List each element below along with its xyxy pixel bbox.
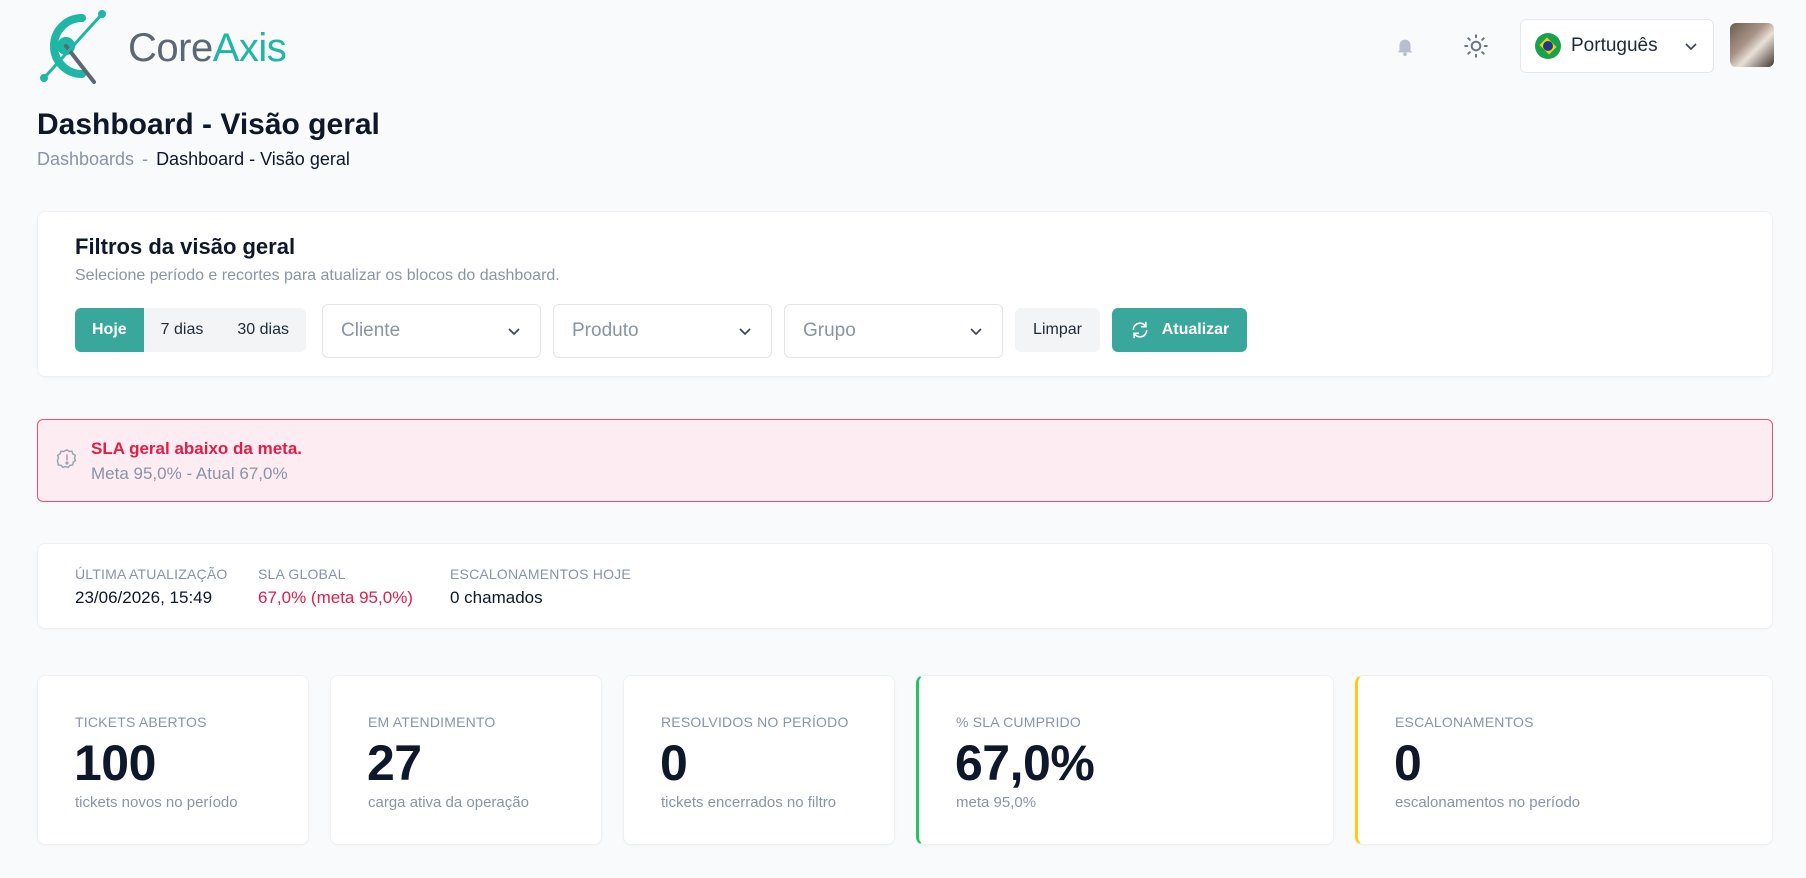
sla-global-label: SLA GLOBAL [258, 566, 346, 582]
product-select-placeholder: Produto [572, 320, 639, 341]
escalations-today-label: ESCALONAMENTOS HOJE [450, 566, 631, 582]
alert-description: Meta 95,0% - Atual 67,0% [91, 464, 288, 483]
kpi-value: 0 [1394, 735, 1422, 791]
user-avatar[interactable] [1730, 23, 1774, 67]
coreaxis-logo-icon [40, 10, 106, 84]
kpi-label: % SLA CUMPRIDO [956, 714, 1081, 730]
chevron-down-icon [508, 328, 520, 336]
breadcrumb-current: Dashboard - Visão geral [156, 149, 350, 169]
last-update-value: 23/06/2026, 15:49 [75, 588, 213, 607]
period-30-days-button[interactable]: 30 dias [220, 308, 306, 352]
sun-icon [1464, 34, 1488, 58]
kpi-subtitle: tickets novos no período [75, 794, 238, 811]
filters-title: Filtros da visão geral [75, 234, 296, 259]
group-select-placeholder: Grupo [803, 320, 856, 341]
chevron-down-icon [970, 328, 982, 336]
status-summary-card: ÚLTIMA ATUALIZAÇÃO 23/06/2026, 15:49 SLA… [37, 543, 1773, 629]
brand-name-core: Core [128, 25, 213, 70]
sla-global-value: 67,0% (meta 95,0%) [258, 588, 413, 607]
refresh-button[interactable]: Atualizar [1112, 308, 1247, 352]
last-update-label: ÚLTIMA ATUALIZAÇÃO [75, 566, 228, 582]
kpi-value: 0 [660, 735, 688, 791]
breadcrumb: Dashboards - Dashboard - Visão geral [37, 149, 350, 170]
brand-logo[interactable]: CoreAxis [36, 8, 287, 84]
sla-alert-banner: SLA geral abaixo da meta. Meta 95,0% - A… [37, 419, 1773, 502]
language-select[interactable]: Português [1520, 19, 1714, 73]
product-select[interactable]: Produto [553, 304, 772, 358]
breadcrumb-dashboards-link[interactable]: Dashboards [37, 149, 134, 170]
kpi-label: RESOLVIDOS NO PERÍODO [661, 714, 849, 730]
kpi-value: 100 [74, 735, 156, 791]
kpi-card-escalations: ESCALONAMENTOS 0 escalonamentos no perío… [1355, 675, 1773, 845]
chevron-down-icon [739, 328, 751, 336]
chevron-down-icon [1685, 43, 1697, 51]
escalations-today-value: 0 chamados [450, 588, 543, 607]
brand-name: CoreAxis [128, 25, 287, 71]
kpi-card-in-service: EM ATENDIMENTO 27 carga ativa da operaçã… [330, 675, 602, 845]
group-select[interactable]: Grupo [784, 304, 1003, 358]
alert-title: SLA geral abaixo da meta. [91, 439, 302, 458]
page-title: Dashboard - Visão geral [37, 108, 380, 141]
refresh-icon [1132, 321, 1148, 339]
theme-toggle-button[interactable] [1458, 28, 1494, 64]
notification-button[interactable] [1387, 28, 1423, 64]
kpi-card-resolved: RESOLVIDOS NO PERÍODO 0 tickets encerrad… [623, 675, 895, 845]
client-select[interactable]: Cliente [322, 304, 541, 358]
period-7-days-button[interactable]: 7 dias [144, 308, 221, 352]
escalations-today-item: ESCALONAMENTOS HOJE 0 chamados [450, 566, 631, 608]
period-today-button[interactable]: Hoje [75, 308, 144, 352]
kpi-card-open-tickets: TICKETS ABERTOS 100 tickets novos no per… [37, 675, 309, 845]
kpi-card-sla-met: % SLA CUMPRIDO 67,0% meta 95,0% [916, 675, 1334, 845]
kpi-label: ESCALONAMENTOS [1395, 714, 1534, 730]
alert-badge-icon [56, 448, 77, 469]
kpi-value: 67,0% [955, 735, 1095, 791]
kpi-subtitle: escalonamentos no período [1395, 794, 1581, 811]
kpi-label: TICKETS ABERTOS [75, 714, 207, 730]
kpi-subtitle: meta 95,0% [956, 794, 1037, 811]
top-bar: CoreAxis Português [0, 0, 1806, 96]
last-update-item: ÚLTIMA ATUALIZAÇÃO 23/06/2026, 15:49 [75, 566, 227, 608]
period-selector: Hoje 7 dias 30 dias [75, 308, 306, 352]
kpi-value: 27 [367, 735, 422, 791]
clear-filters-button[interactable]: Limpar [1015, 308, 1100, 352]
brand-name-axis: Axis [212, 25, 287, 70]
breadcrumb-separator: - [142, 149, 149, 169]
sla-global-item: SLA GLOBAL 67,0% (meta 95,0%) [258, 566, 413, 608]
refresh-button-label: Atualizar [1161, 321, 1230, 338]
brazil-flag-icon [1535, 33, 1561, 59]
language-label: Português [1571, 35, 1658, 56]
client-select-placeholder: Cliente [341, 320, 401, 341]
filters-subtitle: Selecione período e recortes para atuali… [75, 267, 560, 284]
kpi-subtitle: tickets encerrados no filtro [661, 794, 837, 811]
filters-card: Filtros da visão geral Selecione período… [37, 211, 1773, 377]
bell-icon [1397, 39, 1413, 57]
kpi-subtitle: carga ativa da operação [368, 794, 529, 811]
kpi-label: EM ATENDIMENTO [368, 714, 496, 730]
